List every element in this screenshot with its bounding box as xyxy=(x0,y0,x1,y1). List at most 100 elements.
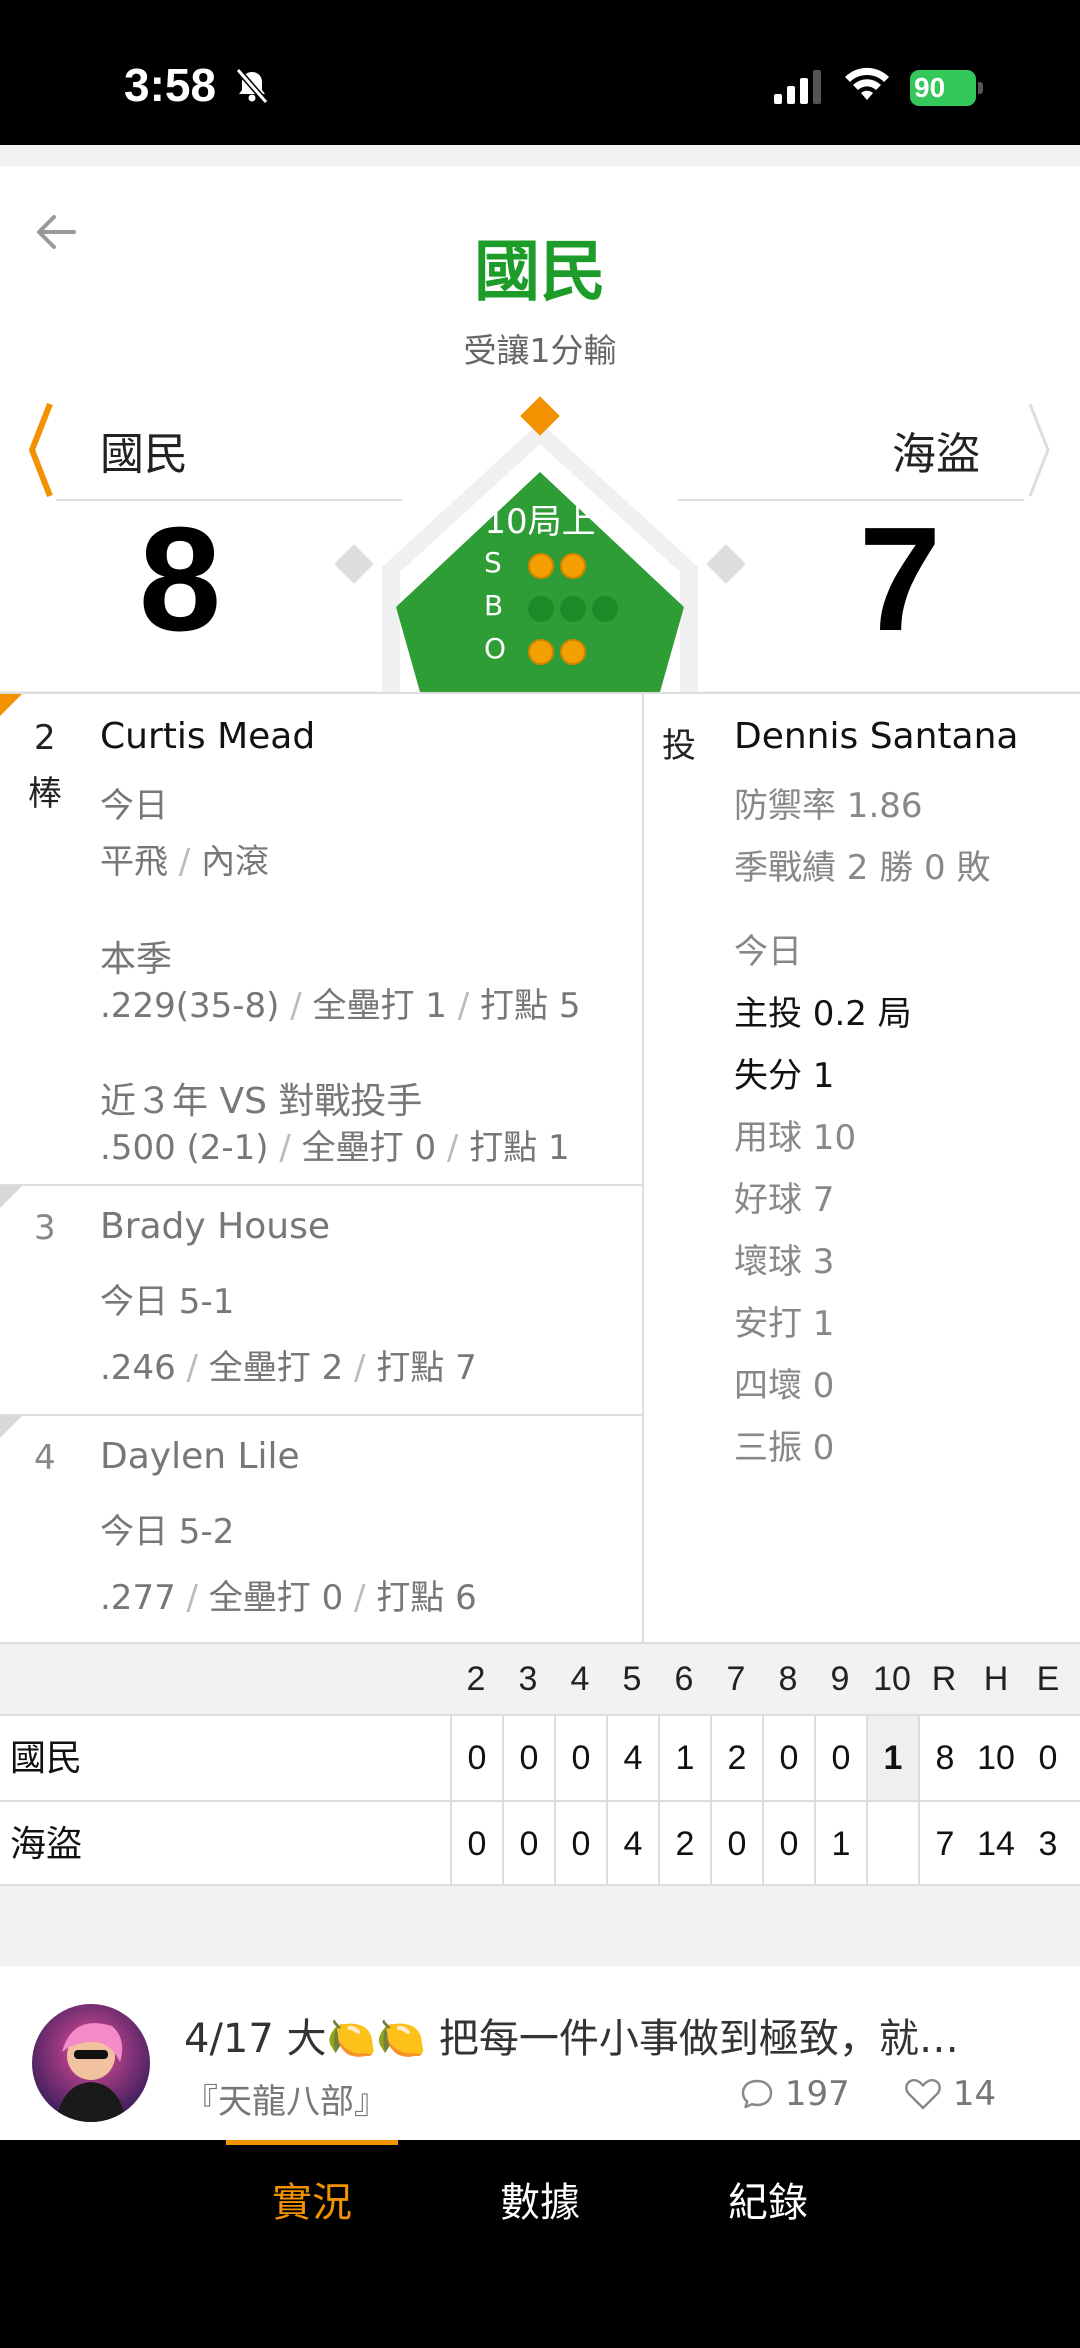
pitcher-innings: 主投 0.2 局 xyxy=(734,994,912,1034)
inning-score: 1 xyxy=(814,1802,866,1886)
chat-post[interactable]: 4/17 大🍋🍋 把每一件小事做到極致，就… 『天龍八部』 197 14 xyxy=(0,1966,1080,2140)
away-score: 8 xyxy=(138,497,222,662)
inning-header: 3 xyxy=(518,1660,538,1698)
linescore-row-away: 國民 0 0 0 4 1 2 0 0 1 8 10 0 xyxy=(0,1714,1080,1800)
season-stats: .246 / 全壘打 2 / 打點 7 xyxy=(100,1348,477,1388)
inning-score xyxy=(866,1802,918,1886)
batter-marker xyxy=(0,1186,22,1208)
status-bar: 3:58 90 xyxy=(0,0,1080,145)
inning-score: 0 xyxy=(502,1802,554,1886)
pitcher-hits: 安打 1 xyxy=(734,1304,835,1344)
pitcher-label: 投 xyxy=(662,726,696,766)
home-score: 7 xyxy=(858,497,942,662)
bottom-tab-bar: 實況 數據 紀錄 xyxy=(0,2140,1080,2348)
inning-header: 6 xyxy=(674,1660,694,1698)
home-team-name: 海盜 xyxy=(892,429,980,480)
total-runs: 8 xyxy=(918,1716,970,1800)
batting-order: 4 xyxy=(34,1438,56,1478)
ball-dot xyxy=(560,596,586,622)
batting-order: 3 xyxy=(34,1208,56,1248)
inning-score: 0 xyxy=(762,1716,814,1800)
inning-header: 8 xyxy=(778,1660,798,1698)
ball-dot xyxy=(592,596,618,622)
inning-score: 2 xyxy=(658,1802,710,1886)
current-inning-score: 1 xyxy=(866,1716,918,1800)
game-header: 國民 受讓1分輸 國民 海盜 8 7 10局上 S B O xyxy=(0,166,1080,692)
avatar[interactable] xyxy=(32,2004,150,2122)
today-label: 今日 xyxy=(100,786,168,826)
bet-result-text: 受讓1分輸 xyxy=(463,331,617,370)
third-base xyxy=(334,544,374,584)
inning-header: 7 xyxy=(726,1660,746,1698)
inning-header: 4 xyxy=(570,1660,590,1698)
pitcher-strikeouts: 三振 0 xyxy=(734,1428,835,1468)
tab-stats[interactable]: 數據 xyxy=(454,2170,626,2228)
inning-header: 9 xyxy=(830,1660,850,1698)
today-results: 今日 5-2 xyxy=(100,1512,235,1552)
season-stats: .277 / 全壘打 0 / 打點 6 xyxy=(100,1578,477,1618)
inning-score: 0 xyxy=(710,1802,762,1886)
batter-name: Curtis Mead xyxy=(100,716,316,757)
like-count[interactable]: 14 xyxy=(904,2074,996,2114)
out-dot xyxy=(560,639,586,665)
heart-icon xyxy=(905,2079,941,2110)
total-hits: 10 xyxy=(977,1739,1015,1777)
battery-level: 90 xyxy=(910,70,976,106)
current-batter-marker xyxy=(0,694,22,716)
ball-dot xyxy=(528,596,554,622)
inning-score: 0 xyxy=(450,1802,502,1886)
divider xyxy=(0,1414,642,1416)
batting-order: 2 xyxy=(34,718,56,758)
total-runs: 7 xyxy=(918,1802,970,1886)
vs-pitcher-label: 近３年 VS 對戰投手 xyxy=(100,1081,423,1122)
inning-score: 4 xyxy=(606,1802,658,1886)
today-results: 今日 5-1 xyxy=(100,1282,235,1322)
linescore-header: 2 3 4 5 6 7 8 9 10 R H E xyxy=(0,1644,1080,1714)
pitcher-era: 防禦率 1.86 xyxy=(734,786,923,826)
bell-muted-icon xyxy=(235,68,269,104)
away-team-name: 國民 xyxy=(100,429,188,480)
total-hits: 14 xyxy=(977,1825,1015,1863)
batter-name: Brady House xyxy=(100,1206,330,1247)
battery-tip xyxy=(978,82,983,94)
inning-score: 0 xyxy=(502,1716,554,1800)
ball-count: B xyxy=(484,589,624,629)
today-results: 平飛 / 內滾 xyxy=(100,842,270,882)
inning-score: 2 xyxy=(710,1716,762,1800)
batter-name: Daylen Lile xyxy=(100,1436,300,1477)
pitcher-name: Dennis Santana xyxy=(734,716,1019,757)
linescore-table: 2 3 4 5 6 7 8 9 10 R H E 國民 0 0 0 4 1 2 … xyxy=(0,1644,1080,1886)
batting-order-suffix: 棒 xyxy=(28,774,62,814)
cellular-signal-icon xyxy=(774,70,821,104)
inning-header: 10 xyxy=(873,1660,911,1698)
inning-score: 0 xyxy=(450,1716,502,1800)
inning-indicator: 10局上 xyxy=(484,502,596,542)
strike-dot xyxy=(560,553,586,579)
comment-count[interactable]: 197 xyxy=(740,2074,850,2114)
wifi-icon xyxy=(845,67,889,100)
first-base xyxy=(706,544,746,584)
hits-header: H xyxy=(983,1660,1009,1698)
inning-score: 0 xyxy=(554,1802,606,1886)
total-errors: 0 xyxy=(1038,1739,1058,1777)
team-name: 海盜 xyxy=(10,1824,83,1865)
strike-dot xyxy=(528,553,554,579)
tab-records[interactable]: 紀錄 xyxy=(682,2170,854,2228)
errors-header: E xyxy=(1036,1660,1060,1698)
linescore-row-home: 海盜 0 0 0 4 2 0 0 1 7 14 3 xyxy=(0,1800,1080,1886)
inning-score: 0 xyxy=(554,1716,606,1800)
pitcher-walks: 四壞 0 xyxy=(734,1366,835,1406)
divider xyxy=(0,1184,642,1186)
inning-score: 0 xyxy=(814,1716,866,1800)
chat-group-name[interactable]: 『天龍八部』 xyxy=(184,2074,388,2123)
inning-score: 0 xyxy=(762,1802,814,1886)
team-name: 國民 xyxy=(10,1738,83,1779)
inning-header: 5 xyxy=(622,1660,642,1698)
pitcher-pitch-count: 用球 10 xyxy=(734,1118,857,1158)
out-dot xyxy=(528,639,554,665)
pitcher-balls: 壞球 3 xyxy=(734,1242,835,1282)
matchup-panel: 2 棒 Curtis Mead 今日 平飛 / 內滾 本季 .229(35-8)… xyxy=(0,692,1080,1644)
chat-message: 4/17 大🍋🍋 把每一件小事做到極致，就… xyxy=(184,2016,959,2062)
tab-live[interactable]: 實況 xyxy=(226,2170,398,2228)
pitcher-runs: 失分 1 xyxy=(734,1056,835,1096)
